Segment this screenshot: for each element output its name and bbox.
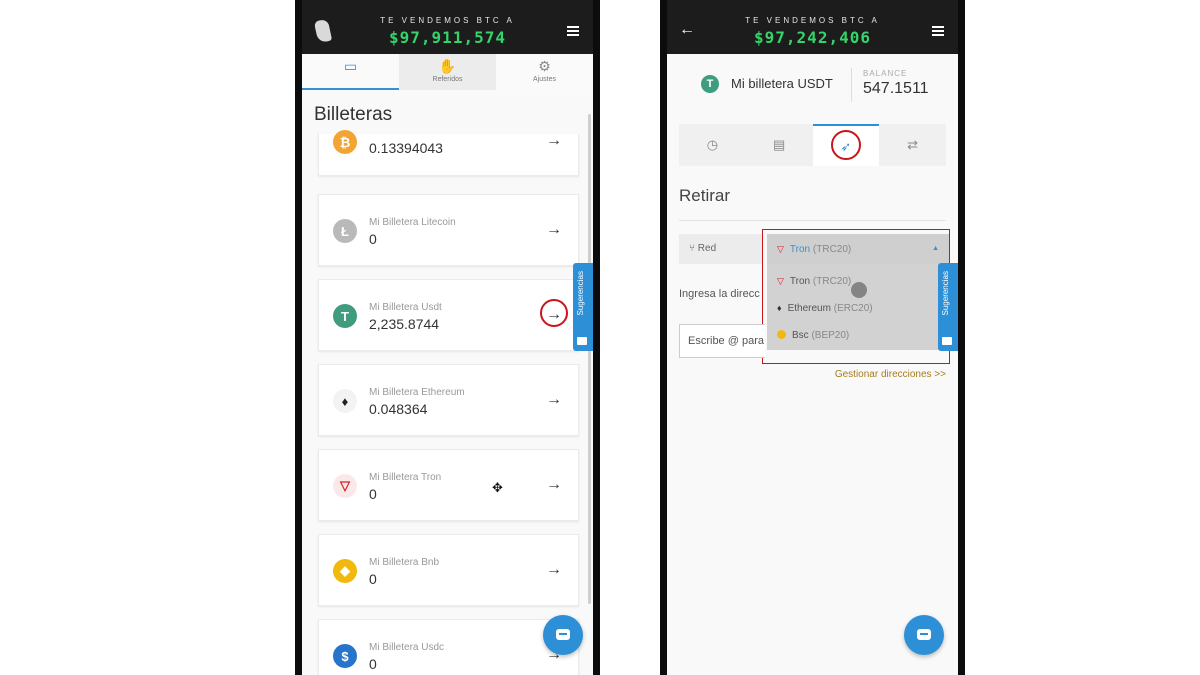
wallet-value: 0 — [369, 656, 377, 672]
ethereum-icon: ♦ — [333, 389, 357, 413]
btc-price: $97,242,406 — [754, 28, 871, 47]
withdraw-content: T Mi billetera USDT BALANCE 547.1511 ◷ ▤… — [667, 54, 958, 675]
wallet-value: 0 — [369, 231, 377, 247]
bottom-nav-tabs: ▭ ✋ Referidos ⚙ Ajustes — [302, 54, 593, 90]
tab-settings-label: Ajustes — [533, 76, 556, 83]
wallet-name: Mi Billetera Usdt — [369, 302, 442, 313]
tab-settings[interactable]: ⚙ Ajustes — [496, 54, 593, 90]
withdraw-screen: ← TE VENDEMOS BTC A $97,242,406 T Mi bil… — [660, 0, 965, 675]
tab-send[interactable]: ➶ — [812, 124, 880, 166]
wallet-value: 0 — [369, 571, 377, 587]
wallet-action-tabs: ◷ ▤ ➶ ⇄ — [679, 124, 946, 166]
gear-icon: ⚙ — [538, 58, 551, 74]
btc-price: $97,911,574 — [389, 28, 506, 47]
tether-icon: T — [333, 304, 357, 328]
wallets-content: ▭ ✋ Referidos ⚙ Ajustes Billeteras ₿ 0.1… — [302, 54, 593, 675]
page-title: Billeteras — [314, 104, 393, 125]
wallet-name: Mi Billetera Ethereum — [369, 387, 465, 398]
balance-value: 547.1511 — [863, 80, 929, 97]
inbox-icon — [942, 337, 952, 345]
wallet-value: 0 — [369, 486, 377, 502]
suggestions-label: Sugerencias — [941, 271, 950, 316]
arrow-right-icon[interactable]: → — [546, 221, 562, 239]
inbox-icon — [577, 337, 587, 345]
arrow-right-icon[interactable]: → — [546, 391, 562, 409]
suggestions-tab[interactable]: Sugerencias — [938, 263, 958, 351]
wallet-card-bitcoin[interactable]: ₿ 0.13394043 → — [318, 130, 579, 176]
wallet-card-litecoin[interactable]: Ł Mi Billetera Litecoin 0 → — [318, 194, 579, 266]
litecoin-icon: Ł — [333, 219, 357, 243]
arrow-right-icon[interactable]: → — [546, 132, 562, 150]
bitcoin-icon: ₿ — [333, 130, 357, 154]
highlight-circle — [830, 130, 861, 160]
manage-addresses-link[interactable]: Gestionar direcciones >> — [835, 369, 946, 380]
tab-history[interactable]: ◷ — [679, 124, 746, 166]
highlight-circle — [540, 299, 568, 327]
wallet-name: Mi Billetera Usdc — [369, 642, 445, 653]
chat-icon — [917, 629, 931, 640]
divider — [851, 68, 852, 102]
wallet-value: 0.13394043 — [369, 140, 443, 156]
balance-label: BALANCE — [863, 69, 908, 78]
suggestions-label: Sugerencias — [576, 271, 585, 316]
chat-icon — [556, 629, 570, 640]
tab-deposit[interactable]: ▤ — [745, 124, 813, 166]
menu-icon[interactable] — [932, 26, 944, 36]
wallet-card-usdc[interactable]: $ Mi Billetera Usdc 0 → — [318, 619, 579, 675]
bnb-icon: ◆ — [333, 559, 357, 583]
btc-price-caption: TE VENDEMOS BTC A — [745, 16, 880, 25]
wallet-card-usdt[interactable]: T Mi Billetera Usdt 2,235.8744 → — [318, 279, 579, 351]
wallet-name: Mi Billetera Litecoin — [369, 217, 456, 228]
wallet-name: Mi Billetera Tron — [369, 472, 442, 483]
chat-button[interactable] — [543, 615, 583, 655]
network-icon: ⑂ — [689, 243, 695, 254]
tab-swap[interactable]: ⇄ — [879, 124, 946, 166]
move-cursor-icon: ✥ — [492, 480, 503, 495]
wallet-value: 2,235.8744 — [369, 316, 440, 332]
wallet-name: Mi Billetera Bnb — [369, 557, 440, 568]
handshake-icon: ✋ — [438, 58, 457, 74]
btc-price-caption: TE VENDEMOS BTC A — [380, 16, 515, 25]
history-icon: ◷ — [706, 137, 719, 152]
highlight-box — [762, 229, 950, 364]
wallet-header: T Mi billetera USDT BALANCE 547.1511 — [667, 54, 958, 116]
wallet-name: Mi billetera USDT — [731, 76, 833, 91]
tab-wallets[interactable]: ▭ — [302, 54, 399, 90]
wallet-card-bnb[interactable]: ◆ Mi Billetera Bnb 0 → — [318, 534, 579, 606]
wallet-icon: ▭ — [343, 58, 358, 74]
tron-icon: ▽ — [333, 474, 357, 498]
wallets-screen: TE VENDEMOS BTC A $97,911,574 ▭ ✋ Referi… — [295, 0, 600, 675]
address-input[interactable]: Escribe @ para — [679, 324, 765, 358]
tether-icon: T — [701, 75, 719, 93]
wallet-value: 0.048364 — [369, 401, 428, 417]
tab-referrals-label: Referidos — [432, 76, 463, 83]
arrow-right-icon[interactable]: → — [546, 561, 562, 579]
top-bar: ← TE VENDEMOS BTC A $97,242,406 — [667, 0, 958, 54]
tab-referrals[interactable]: ✋ Referidos — [399, 54, 496, 90]
chat-button[interactable] — [904, 615, 944, 655]
section-title: Retirar — [679, 186, 731, 205]
menu-icon[interactable] — [567, 26, 579, 36]
swap-icon: ⇄ — [907, 137, 919, 152]
wallet-card-tron[interactable]: ▽ Mi Billetera Tron 0 → — [318, 449, 579, 521]
wallet-card-ethereum[interactable]: ♦ Mi Billetera Ethereum 0.048364 → — [318, 364, 579, 436]
deposit-icon: ▤ — [772, 137, 786, 152]
address-label: Ingresa la direcc — [679, 288, 760, 300]
scrollbar[interactable] — [588, 114, 591, 604]
suggestions-tab[interactable]: Sugerencias — [573, 263, 593, 351]
divider — [679, 220, 946, 221]
top-bar: TE VENDEMOS BTC A $97,911,574 — [302, 0, 593, 54]
arrow-right-icon[interactable]: → — [546, 476, 562, 494]
network-label: ⑂ Red — [679, 234, 763, 264]
usdc-icon: $ — [333, 644, 357, 668]
